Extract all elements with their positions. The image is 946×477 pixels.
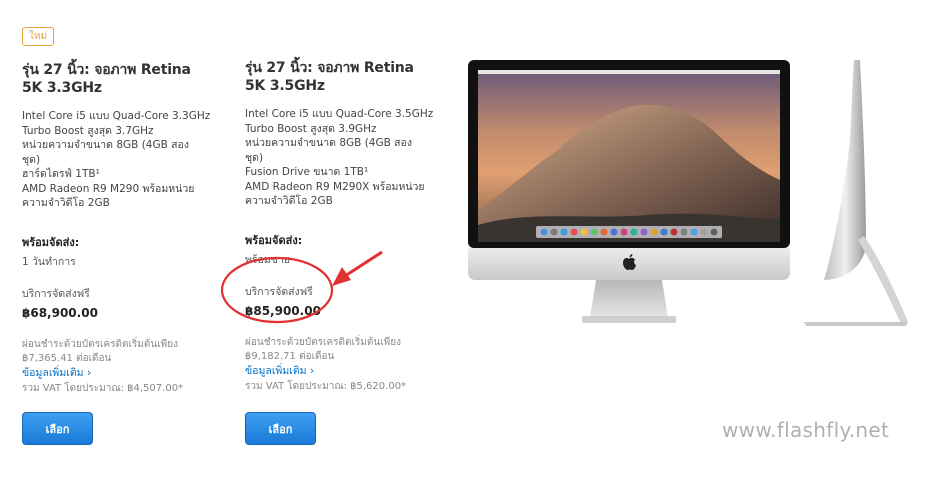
spec-list: Intel Core i5 แบบ Quad-Core 3.5GHz Turbo…: [245, 107, 445, 209]
more-info-link[interactable]: ข้อมูลเพิ่มเติม ›: [245, 364, 445, 378]
annotation-circle-arrow: [220, 250, 383, 324]
spec-line: Turbo Boost สูงสุด 3.9GHz: [245, 122, 377, 135]
spec-line: Turbo Boost สูงสุด 3.7GHz: [22, 124, 154, 137]
imac-side-body: [824, 60, 866, 280]
spec-line: ชุด): [22, 153, 41, 166]
chevron-right-icon: ›: [309, 364, 315, 377]
imac-stand: [590, 280, 668, 318]
spec-line: AMD Radeon R9 M290 พร้อมหน่วย: [22, 182, 195, 195]
more-info-label: ข้อมูลเพิ่มเติม: [22, 366, 84, 379]
finance-line1: ผ่อนชำระด้วยบัตรเครดิตเริ่มต้นเพียง: [22, 338, 178, 350]
availability-value: 1 วันทำการ: [22, 255, 76, 268]
finance-line1: ผ่อนชำระด้วยบัตรเครดิตเริ่มต้นเพียง: [245, 336, 401, 348]
spec-line: ความจำวิดีโอ 2GB: [245, 195, 333, 207]
product-column-3-5ghz: รุ่น 27 นิ้ว: จอภาพ Retina 5K 3.5GHz Int…: [245, 24, 445, 394]
spec-line: Intel Core i5 แบบ Quad-Core 3.5GHz: [245, 108, 434, 120]
badge-spacer: [245, 24, 445, 44]
more-info-link[interactable]: ข้อมูลเพิ่มเติม ›: [22, 366, 222, 380]
product-title-line2: 5K 3.3GHz: [22, 80, 102, 96]
vat-estimate: รวม VAT โดยประมาณ: ฿4,507.00*: [22, 382, 184, 394]
spec-line: หน่วยความจำขนาด 8GB (4GB สอง: [245, 137, 412, 149]
product-title: รุ่น 27 นิ้ว: จอภาพ Retina 5K 3.3GHz: [22, 61, 222, 97]
spec-line: Intel Core i5 แบบ Quad-Core 3.3GHz: [22, 110, 211, 122]
vat-estimate: รวม VAT โดยประมาณ: ฿5,620.00*: [245, 380, 407, 392]
product-title-line2: 5K 3.5GHz: [245, 78, 325, 94]
spec-line: Fusion Drive ขนาด 1TB¹: [245, 166, 369, 178]
imac-front-image: [468, 60, 790, 323]
finance-line2: ฿9,182.71 ต่อเดือน: [245, 350, 335, 362]
finance-info: ผ่อนชำระด้วยบัตรเครดิตเริ่มต้นเพียง ฿7,3…: [22, 338, 222, 366]
imac-side-stand: [858, 236, 908, 322]
select-button-3-5ghz[interactable]: เลือก: [245, 412, 316, 445]
spec-line: ฮาร์ดไดรฟ์ 1TB¹: [22, 168, 100, 180]
spec-line: AMD Radeon R9 M290X พร้อมหน่วย: [245, 180, 425, 193]
arrow-icon: [332, 250, 383, 286]
chevron-right-icon: ›: [86, 366, 92, 379]
spec-line: หน่วยความจำขนาด 8GB (4GB สอง: [22, 139, 189, 151]
finance-line2: ฿7,365.41 ต่อเดือน: [22, 352, 112, 364]
more-info-label: ข้อมูลเพิ่มเติม: [245, 364, 307, 377]
finance-info: ผ่อนชำระด้วยบัตรเครดิตเริ่มต้นเพียง ฿9,1…: [245, 336, 445, 364]
spec-line: ชุด): [245, 151, 264, 164]
spec-line: ความจำวิดีโอ 2GB: [22, 197, 110, 209]
spec-list: Intel Core i5 แบบ Quad-Core 3.3GHz Turbo…: [22, 109, 222, 211]
product-title: รุ่น 27 นิ้ว: จอภาพ Retina 5K 3.5GHz: [245, 59, 445, 95]
price: ฿68,900.00: [22, 305, 98, 320]
select-button-3-3ghz[interactable]: เลือก: [22, 412, 93, 445]
highlight-circle: [220, 256, 334, 324]
product-title-line1: รุ่น 27 นิ้ว: จอภาพ Retina: [245, 60, 414, 76]
availability-label: พร้อมจัดส่ง:: [22, 235, 80, 249]
watermark-text: www.flashfly.net: [722, 418, 890, 442]
imac-side-image: [804, 60, 908, 326]
new-badge: ใหม่: [22, 27, 55, 46]
product-title-line1: รุ่น 27 นิ้ว: จอภาพ Retina: [22, 62, 191, 78]
product-column-3-3ghz: ใหม่ รุ่น 27 นิ้ว: จอภาพ Retina 5K 3.3GH…: [22, 24, 222, 396]
shipping-text: บริการจัดส่งฟรี: [22, 287, 90, 300]
